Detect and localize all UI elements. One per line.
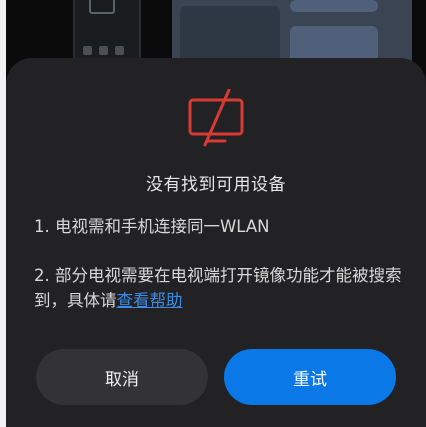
tip-same-wlan: 1. 电视需和手机连接同一WLAN: [34, 217, 270, 236]
retry-button[interactable]: 重试: [224, 349, 396, 405]
dialog-title: 没有找到可用设备: [146, 175, 286, 195]
tip-mirror-text: 2. 部分电视需要在电视端打开镜像功能才能被搜索到，具体请: [34, 266, 402, 310]
cancel-button[interactable]: 取消: [36, 349, 208, 405]
phone-illustration: [73, 0, 141, 66]
screen: 没有找到可用设备 1. 电视需和手机连接同一WLAN 2. 部分电视需要在电视端…: [0, 0, 426, 427]
tv-off-icon: [188, 89, 244, 147]
tv-content-panel: [290, 0, 378, 12]
tip-mirror-function: 2. 部分电视需要在电视端打开镜像功能才能被搜索到，具体请查看帮助: [34, 263, 406, 313]
phone-key-icon: [83, 46, 92, 55]
phone-key-icon: [99, 46, 108, 55]
phone-key-icon: [115, 46, 124, 55]
no-device-dialog: 没有找到可用设备 1. 电视需和手机连接同一WLAN 2. 部分电视需要在电视端…: [6, 58, 426, 427]
phone-screen-icon: [89, 0, 115, 14]
view-help-link[interactable]: 查看帮助: [117, 291, 183, 310]
